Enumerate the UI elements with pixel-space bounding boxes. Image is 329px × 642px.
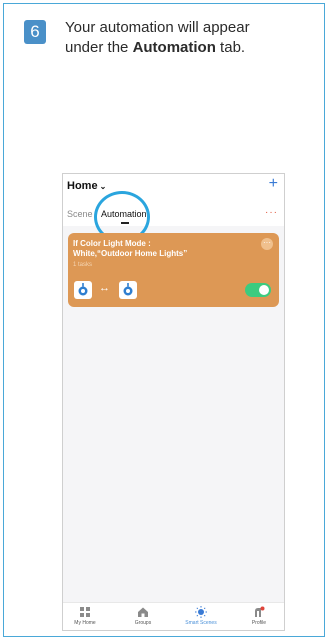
automation-title: If Color Light Mode : White,“Outdoor Hom…	[73, 239, 253, 259]
chevron-down-icon: ⌄	[99, 182, 107, 191]
nav-smart-scenes[interactable]: Smart Scenes	[179, 606, 223, 626]
sun-icon	[195, 606, 207, 618]
automation-title-line-1: If Color Light Mode :	[73, 239, 151, 248]
tab-scene[interactable]: Scene	[67, 209, 93, 219]
automation-task-count: 1 tasks	[73, 262, 93, 268]
more-options-icon[interactable]: ···	[265, 207, 278, 218]
app-header: Home ⌄ + Scene Automation ···	[63, 174, 284, 243]
nav-profile[interactable]: Profile	[237, 606, 281, 626]
nav-smart-scenes-label: Smart Scenes	[185, 620, 217, 626]
profile-icon	[255, 606, 265, 617]
instruction-line-2-bold: Automation	[132, 39, 216, 56]
automation-toggle[interactable]	[245, 283, 271, 297]
nav-my-home[interactable]: My Home	[63, 606, 107, 626]
house-icon	[138, 607, 148, 617]
phone-screenshot: Home ⌄ + Scene Automation ··· If Color Li…	[62, 173, 285, 631]
instruction-text: Your automation will appear under the Au…	[65, 18, 305, 58]
automation-title-line-2: White,“Outdoor Home Lights”	[73, 249, 188, 258]
bottom-navigation: My Home Groups Smart Scenes Profile	[63, 602, 284, 630]
nav-groups-label: Groups	[134, 620, 152, 626]
card-more-icon[interactable]: ···	[261, 238, 273, 250]
automation-card[interactable]: If Color Light Mode : White,“Outdoor Hom…	[68, 233, 279, 307]
action-device-icon	[119, 281, 137, 299]
instruction-line-1: Your automation will appear	[65, 19, 250, 36]
grid-icon	[80, 607, 90, 617]
nav-groups[interactable]: Groups	[121, 606, 165, 626]
home-selector[interactable]: Home ⌄	[67, 180, 106, 192]
condition-device-icon	[74, 281, 92, 299]
add-icon[interactable]: +	[269, 176, 278, 192]
arrow-icon: ↔	[99, 282, 110, 294]
step-number-badge: 6	[24, 20, 46, 44]
nav-profile-label: Profile	[251, 620, 267, 626]
home-label: Home	[67, 180, 98, 192]
nav-my-home-label: My Home	[74, 620, 96, 626]
toggle-knob	[259, 285, 269, 295]
instruction-line-2-start: under the	[65, 39, 133, 56]
instruction-line-2-end: tab.	[215, 39, 246, 56]
